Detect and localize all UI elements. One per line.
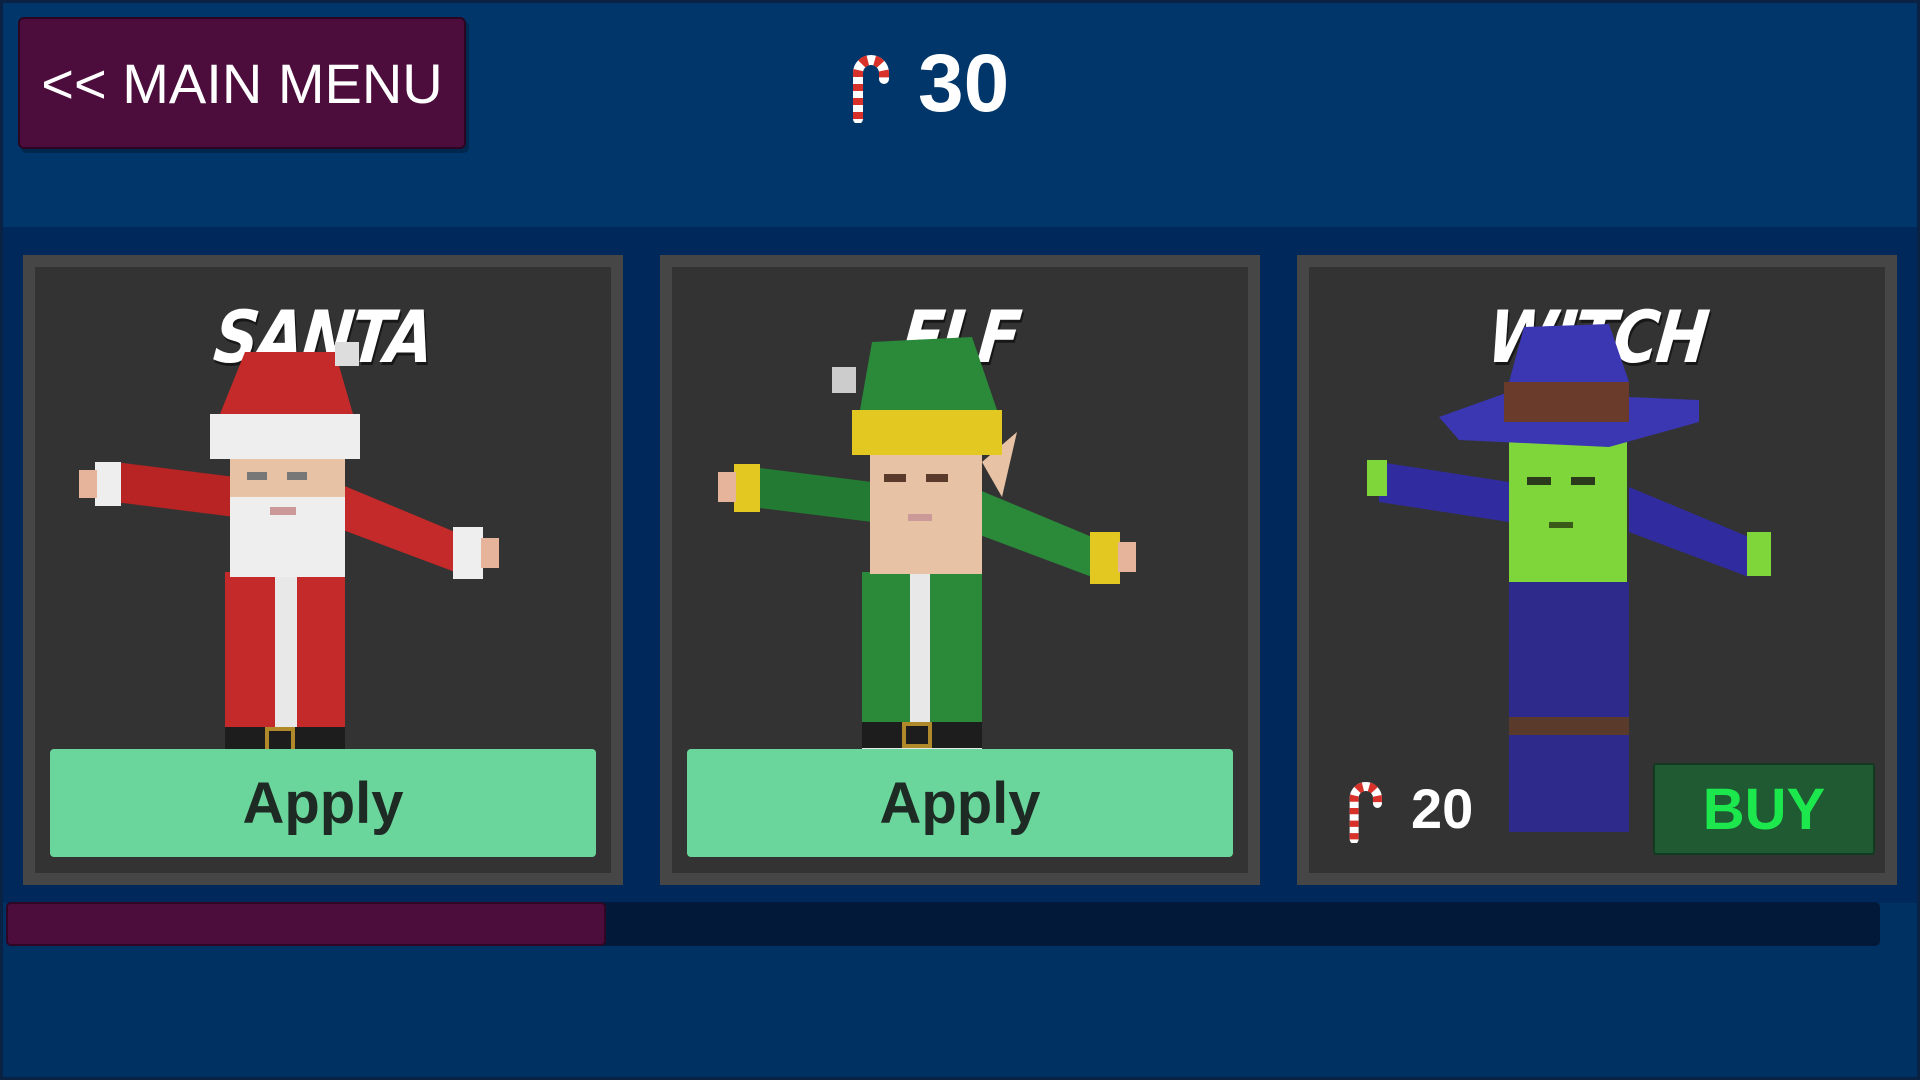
buy-button[interactable]: BUY xyxy=(1653,763,1875,855)
character-card-witch: WITCH 20 xyxy=(1297,255,1897,885)
currency-amount: 30 xyxy=(918,37,1010,129)
shop-panel: << MAIN MENU 30 SANTA Apply ELF Apply 20… xyxy=(3,3,1917,1077)
character-card-santa: SANTA Apply xyxy=(23,255,623,885)
apply-button[interactable]: Apply xyxy=(50,749,596,857)
candy-cane-icon xyxy=(853,54,889,123)
apply-button[interactable]: Apply xyxy=(687,749,1233,857)
bottom-area xyxy=(3,946,1917,1077)
price-display: 20 xyxy=(1345,773,1473,843)
character-card-elf: ELF Apply xyxy=(660,255,1260,885)
main-menu-button[interactable]: << MAIN MENU xyxy=(18,17,466,149)
price-amount: 20 xyxy=(1411,776,1474,840)
horizontal-scrollbar[interactable] xyxy=(6,902,1880,946)
currency-display: 30 xyxy=(848,41,1009,126)
character-list: SANTA Apply ELF Apply 20 BUY xyxy=(3,227,1917,903)
top-bar: << MAIN MENU 30 xyxy=(3,3,1917,227)
scrollbar-handle[interactable] xyxy=(6,902,606,946)
candy-cane-icon xyxy=(1349,782,1382,843)
witch-figure xyxy=(1367,324,1771,832)
